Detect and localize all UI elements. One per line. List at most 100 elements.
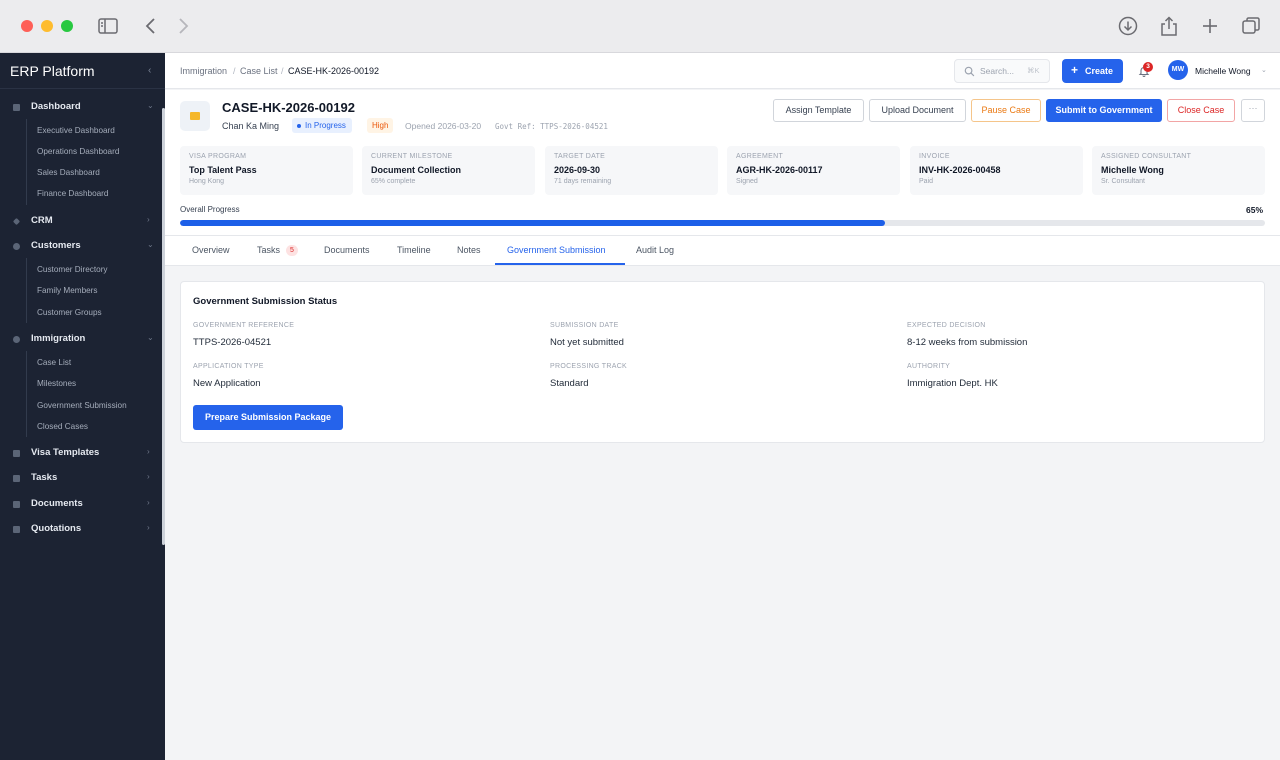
- sidebar-subitem-case-list[interactable]: Case List: [37, 358, 71, 367]
- tab-timeline[interactable]: Timeline: [397, 245, 431, 255]
- sidebar-item-label: Tasks: [31, 472, 58, 483]
- avatar[interactable]: MW: [1168, 60, 1188, 80]
- stat-agreement: AGREEMENT AGR-HK-2026-00117 Signed: [727, 146, 900, 195]
- sidebar-item-label: Visa Templates: [31, 447, 100, 458]
- user-name[interactable]: Michelle Wong: [1195, 66, 1251, 76]
- sidebar-subitem-closed-cases[interactable]: Closed Cases: [37, 422, 88, 431]
- zoom-window-button[interactable]: [61, 20, 73, 32]
- stat-sub: Hong Kong: [189, 178, 225, 185]
- sidebar-subitem-family-members[interactable]: Family Members: [37, 286, 98, 295]
- tab-government-submission[interactable]: Government Submission: [507, 245, 606, 255]
- case-tabs: Overview Tasks 5 Documents Timeline Note…: [165, 236, 1280, 266]
- sidebar-item-dashboard[interactable]: Dashboard ⌄: [0, 98, 160, 118]
- breadcrumb-current: CASE-HK-2026-00192: [288, 66, 380, 76]
- chevron-right-icon: ›: [147, 498, 150, 507]
- stat-value: INV-HK-2026-00458: [919, 165, 1001, 175]
- sidebar-item-customers[interactable]: Customers ⌄: [0, 237, 160, 257]
- customers-icon: [13, 243, 20, 250]
- sidebar-item-label: Quotations: [31, 523, 82, 534]
- chevron-down-icon: ⌄: [147, 333, 154, 342]
- field-label: APPLICATION TYPE: [193, 363, 264, 370]
- progress-percent: 65%: [1246, 205, 1264, 215]
- field-label: AUTHORITY: [907, 363, 951, 370]
- tab-overview-icon[interactable]: [1240, 15, 1262, 37]
- search-input[interactable]: Search... ⌘K: [954, 59, 1050, 83]
- page-title: CASE-HK-2026-00192: [222, 100, 355, 115]
- assign-template-button[interactable]: Assign Template: [773, 99, 864, 122]
- create-button[interactable]: + Create: [1062, 59, 1123, 83]
- stat-target-date: TARGET DATE 2026-09-30 71 days remaining: [545, 146, 718, 195]
- search-shortcut: ⌘K: [1027, 66, 1040, 75]
- sidebar-subitem-sales-dashboard[interactable]: Sales Dashboard: [37, 168, 100, 177]
- upload-document-button[interactable]: Upload Document: [869, 99, 966, 122]
- tab-documents[interactable]: Documents: [324, 245, 370, 255]
- download-icon[interactable]: [1117, 15, 1139, 37]
- forward-arrow-icon[interactable]: [172, 15, 194, 37]
- share-icon[interactable]: [1158, 15, 1180, 37]
- stat-sub: 65% complete: [371, 178, 416, 185]
- expected-decision-value: 8-12 weeks from submission: [907, 337, 1028, 348]
- progress-label: Overall Progress: [180, 205, 240, 214]
- back-arrow-icon[interactable]: [140, 15, 162, 37]
- field-label: GOVERNMENT REFERENCE: [193, 322, 295, 329]
- sidebar-subitem-customer-groups[interactable]: Customer Groups: [37, 308, 102, 317]
- sidebar-item-tasks[interactable]: Tasks ›: [0, 469, 160, 489]
- government-reference-value: TTPS-2026-04521: [193, 337, 272, 348]
- sidebar-subitem-government-submission[interactable]: Government Submission: [37, 401, 127, 410]
- processing-track-value: Standard: [550, 378, 589, 389]
- stat-key: INVOICE: [919, 153, 950, 160]
- stat-visa-program: VISA PROGRAM Top Talent Pass Hong Kong: [180, 146, 353, 195]
- progress-bar-fill: [180, 220, 886, 226]
- close-case-button[interactable]: Close Case: [1167, 99, 1235, 122]
- tasks-icon: [13, 475, 20, 482]
- field-label: PROCESSING TRACK: [550, 363, 628, 370]
- sidebar-item-label: Dashboard: [31, 101, 81, 112]
- prepare-submission-package-button[interactable]: Prepare Submission Package: [193, 405, 343, 430]
- breadcrumb-separator: /: [281, 66, 284, 76]
- sidebar-subitem-executive-dashboard[interactable]: Executive Dashboard: [37, 126, 115, 135]
- close-window-button[interactable]: [21, 20, 33, 32]
- stat-sub: Signed: [736, 178, 758, 185]
- more-actions-button[interactable]: ···: [1241, 99, 1265, 122]
- tab-audit-log[interactable]: Audit Log: [636, 245, 674, 255]
- sidebar: ERP Platform ‹ Dashboard ⌄ Executive Das…: [0, 53, 165, 760]
- sidebar-item-immigration[interactable]: Immigration ⌄: [0, 330, 160, 350]
- sidebar-subitem-customer-directory[interactable]: Customer Directory: [37, 265, 108, 274]
- stat-invoice: INVOICE INV-HK-2026-00458 Paid: [910, 146, 1083, 195]
- visa-templates-icon: [13, 450, 20, 457]
- sidebar-subitem-milestones[interactable]: Milestones: [37, 379, 76, 388]
- pause-case-button[interactable]: Pause Case: [971, 99, 1041, 122]
- top-bar: Immigration / Case List / CASE-HK-2026-0…: [165, 53, 1280, 89]
- chevron-down-icon[interactable]: ⌄: [1261, 66, 1267, 74]
- tasks-count-badge: 5: [286, 245, 298, 256]
- sidebar-item-quotations[interactable]: Quotations ›: [0, 520, 160, 540]
- folder-icon: [190, 112, 200, 120]
- stat-key: VISA PROGRAM: [189, 153, 247, 160]
- breadcrumb-case-list[interactable]: Case List: [240, 66, 278, 76]
- chevron-right-icon: ›: [147, 215, 150, 224]
- tab-overview[interactable]: Overview: [192, 245, 230, 255]
- plus-icon: +: [1071, 63, 1079, 77]
- chevron-right-icon: ›: [147, 523, 150, 532]
- sidebar-subitem-finance-dashboard[interactable]: Finance Dashboard: [37, 189, 108, 198]
- tab-tasks[interactable]: Tasks: [257, 245, 280, 255]
- tab-notes[interactable]: Notes: [457, 245, 481, 255]
- breadcrumb-immigration[interactable]: Immigration: [180, 66, 227, 76]
- sidebar-collapse-icon[interactable]: ‹: [148, 65, 151, 76]
- minimize-window-button[interactable]: [41, 20, 53, 32]
- chevron-right-icon: ›: [147, 472, 150, 481]
- stat-value: AGR-HK-2026-00117: [736, 165, 823, 175]
- new-tab-plus-icon[interactable]: [1199, 15, 1221, 37]
- submenu-guide-line: [26, 258, 27, 323]
- sidebar-item-visa-templates[interactable]: Visa Templates ›: [0, 444, 160, 464]
- card-title: Government Submission Status: [193, 296, 338, 307]
- sidebar-toggle-icon[interactable]: [97, 15, 119, 37]
- sidebar-subitem-operations-dashboard[interactable]: Operations Dashboard: [37, 147, 119, 156]
- sidebar-item-documents[interactable]: Documents ›: [0, 495, 160, 515]
- chevron-down-icon: ⌄: [147, 101, 154, 110]
- breadcrumb-separator: /: [233, 66, 236, 76]
- sidebar-item-crm[interactable]: CRM ›: [0, 212, 160, 232]
- field-label: EXPECTED DECISION: [907, 322, 986, 329]
- stat-value: Document Collection: [371, 165, 462, 175]
- submit-to-government-button[interactable]: Submit to Government: [1046, 99, 1162, 122]
